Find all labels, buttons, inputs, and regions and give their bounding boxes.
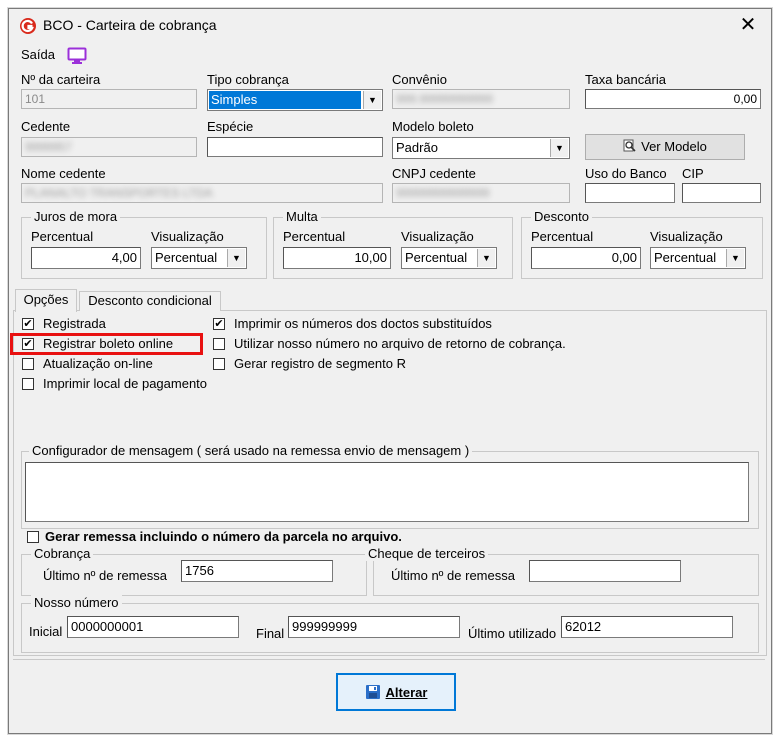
modelo-boleto-label: Modelo boleto: [392, 119, 474, 134]
juros-percentual-label: Percentual: [31, 229, 94, 244]
gerar-segmento-r-checkbox[interactable]: [213, 358, 225, 370]
especie-label: Espécie: [207, 119, 254, 134]
desconto-percentual-label: Percentual: [531, 229, 594, 244]
cobranca-ultimo-label: Último nº de remessa: [43, 568, 167, 583]
cheque-title: Cheque de terceiros: [365, 546, 489, 561]
nosso-numero-title: Nosso número: [31, 595, 122, 610]
configurador-textarea[interactable]: [25, 462, 749, 522]
tab-opcoes[interactable]: Opções: [15, 289, 77, 312]
num-carteira-field[interactable]: 101: [21, 89, 197, 109]
juros-visualizacao-label: Visualização: [151, 229, 224, 244]
nome-cedente-value: PLANALTO TRANSPORTES LTDA: [25, 186, 213, 200]
uso-banco-field[interactable]: [585, 183, 675, 203]
chevron-down-icon[interactable]: ▼: [726, 249, 744, 267]
tipo-cobranca-select[interactable]: Simples ▼: [207, 89, 383, 111]
gerar-remessa-label: Gerar remessa incluindo o número da parc…: [45, 529, 402, 544]
taxa-bancaria-field[interactable]: 0,00: [585, 89, 761, 109]
tipo-cobranca-label: Tipo cobrança: [207, 72, 289, 87]
chevron-down-icon[interactable]: ▼: [477, 249, 495, 267]
desconto-percentual-field[interactable]: 0,00: [531, 247, 641, 269]
gerar-segmento-r-label: Gerar registro de segmento R: [234, 356, 406, 371]
cnpj-cedente-label: CNPJ cedente: [392, 166, 476, 181]
juros-percentual-field[interactable]: 4,00: [31, 247, 141, 269]
cip-label: CIP: [682, 166, 704, 181]
monitor-icon[interactable]: [67, 47, 87, 65]
configurador-title: Configurador de mensagem ( será usado na…: [29, 443, 473, 458]
nome-cedente-field[interactable]: PLANALTO TRANSPORTES LTDA: [21, 183, 383, 203]
desconto-visualizacao-label: Visualização: [650, 229, 723, 244]
multa-percentual-field[interactable]: 10,00: [283, 247, 391, 269]
imprimir-local-checkbox[interactable]: [22, 378, 34, 390]
ver-modelo-label: Ver Modelo: [641, 139, 707, 154]
juros-title: Juros de mora: [31, 209, 121, 224]
magnifier-icon: [623, 139, 636, 152]
multa-visualizacao-value: Percentual: [405, 250, 468, 265]
utilizar-nosso-numero-label: Utilizar nosso número no arquivo de reto…: [234, 336, 566, 351]
chevron-down-icon[interactable]: ▼: [227, 249, 245, 267]
desconto-visualizacao-value: Percentual: [654, 250, 717, 265]
modelo-boleto-select[interactable]: Padrão ▼: [392, 137, 570, 159]
cheque-ultimo-field[interactable]: [529, 560, 681, 582]
cheque-ultimo-label: Último nº de remessa: [391, 568, 515, 583]
juros-visualizacao-select[interactable]: Percentual ▼: [151, 247, 247, 269]
inicial-field[interactable]: 0000000001: [67, 616, 239, 638]
cnpj-cedente-field[interactable]: 99999999999999: [392, 183, 570, 203]
inicial-label: Inicial: [29, 624, 63, 639]
window-title: BCO - Carteira de cobrança: [43, 17, 217, 33]
registrada-checkbox[interactable]: ✔: [22, 318, 34, 330]
close-icon[interactable]: ✕: [735, 13, 761, 37]
registrada-label: Registrada: [43, 316, 106, 331]
multa-visualizacao-select[interactable]: Percentual ▼: [401, 247, 497, 269]
ver-modelo-button[interactable]: Ver Modelo: [585, 134, 745, 160]
desconto-visualizacao-select[interactable]: Percentual ▼: [650, 247, 746, 269]
bottom-divider: [13, 659, 765, 660]
cnpj-cedente-value: 99999999999999: [396, 186, 490, 200]
juros-visualizacao-value: Percentual: [155, 250, 218, 265]
cedente-field[interactable]: 9999957: [21, 137, 197, 157]
convenio-field[interactable]: 999.99999999999: [392, 89, 570, 109]
uso-banco-label: Uso do Banco: [585, 166, 667, 181]
tab-desconto-condicional[interactable]: Desconto condicional: [79, 291, 221, 311]
especie-field[interactable]: [207, 137, 383, 157]
final-field[interactable]: 999999999: [288, 616, 460, 638]
atualizacao-online-checkbox[interactable]: [22, 358, 34, 370]
modelo-boleto-value: Padrão: [396, 140, 438, 155]
nome-cedente-label: Nome cedente: [21, 166, 106, 181]
highlight-box: [10, 333, 203, 355]
chevron-down-icon[interactable]: ▼: [363, 91, 381, 109]
utilizar-nosso-numero-checkbox[interactable]: [213, 338, 225, 350]
taxa-bancaria-label: Taxa bancária: [585, 72, 666, 87]
ultimo-utilizado-field[interactable]: 62012: [561, 616, 733, 638]
imprimir-numeros-label: Imprimir os números dos doctos substituí…: [234, 316, 492, 331]
multa-visualizacao-label: Visualização: [401, 229, 474, 244]
imprimir-local-label: Imprimir local de pagamento: [43, 376, 208, 391]
saida-label[interactable]: Saída: [21, 47, 55, 62]
alterar-label: Alterar: [385, 685, 428, 700]
ultimo-utilizado-label: Último utilizado: [468, 626, 557, 641]
gerar-remessa-checkbox[interactable]: [27, 531, 39, 543]
multa-title: Multa: [283, 209, 321, 224]
convenio-label: Convênio: [392, 72, 447, 87]
cobranca-ultimo-field[interactable]: 1756: [181, 560, 333, 582]
convenio-value: 999.99999999999: [396, 92, 493, 106]
title-bar: BCO - Carteira de cobrança ✕: [9, 9, 771, 41]
cip-field[interactable]: [682, 183, 761, 203]
chevron-down-icon[interactable]: ▼: [550, 139, 568, 157]
imprimir-numeros-checkbox[interactable]: ✔: [213, 318, 225, 330]
desconto-title: Desconto: [531, 209, 592, 224]
cobranca-title: Cobrança: [31, 546, 94, 561]
num-carteira-label: Nº da carteira: [21, 72, 101, 87]
atualizacao-online-label: Atualização on-line: [43, 356, 153, 371]
save-disk-icon: [365, 685, 380, 699]
cedente-value: 9999957: [25, 140, 72, 154]
alterar-button[interactable]: Alterar: [336, 673, 456, 711]
app-g-logo-icon: [20, 18, 36, 34]
cedente-label: Cedente: [21, 119, 71, 134]
final-label: Final: [256, 626, 285, 641]
tipo-cobranca-value: Simples: [209, 91, 361, 109]
multa-percentual-label: Percentual: [283, 229, 346, 244]
dialog-window: BCO - Carteira de cobrança ✕ Saída Nº da…: [8, 8, 772, 734]
